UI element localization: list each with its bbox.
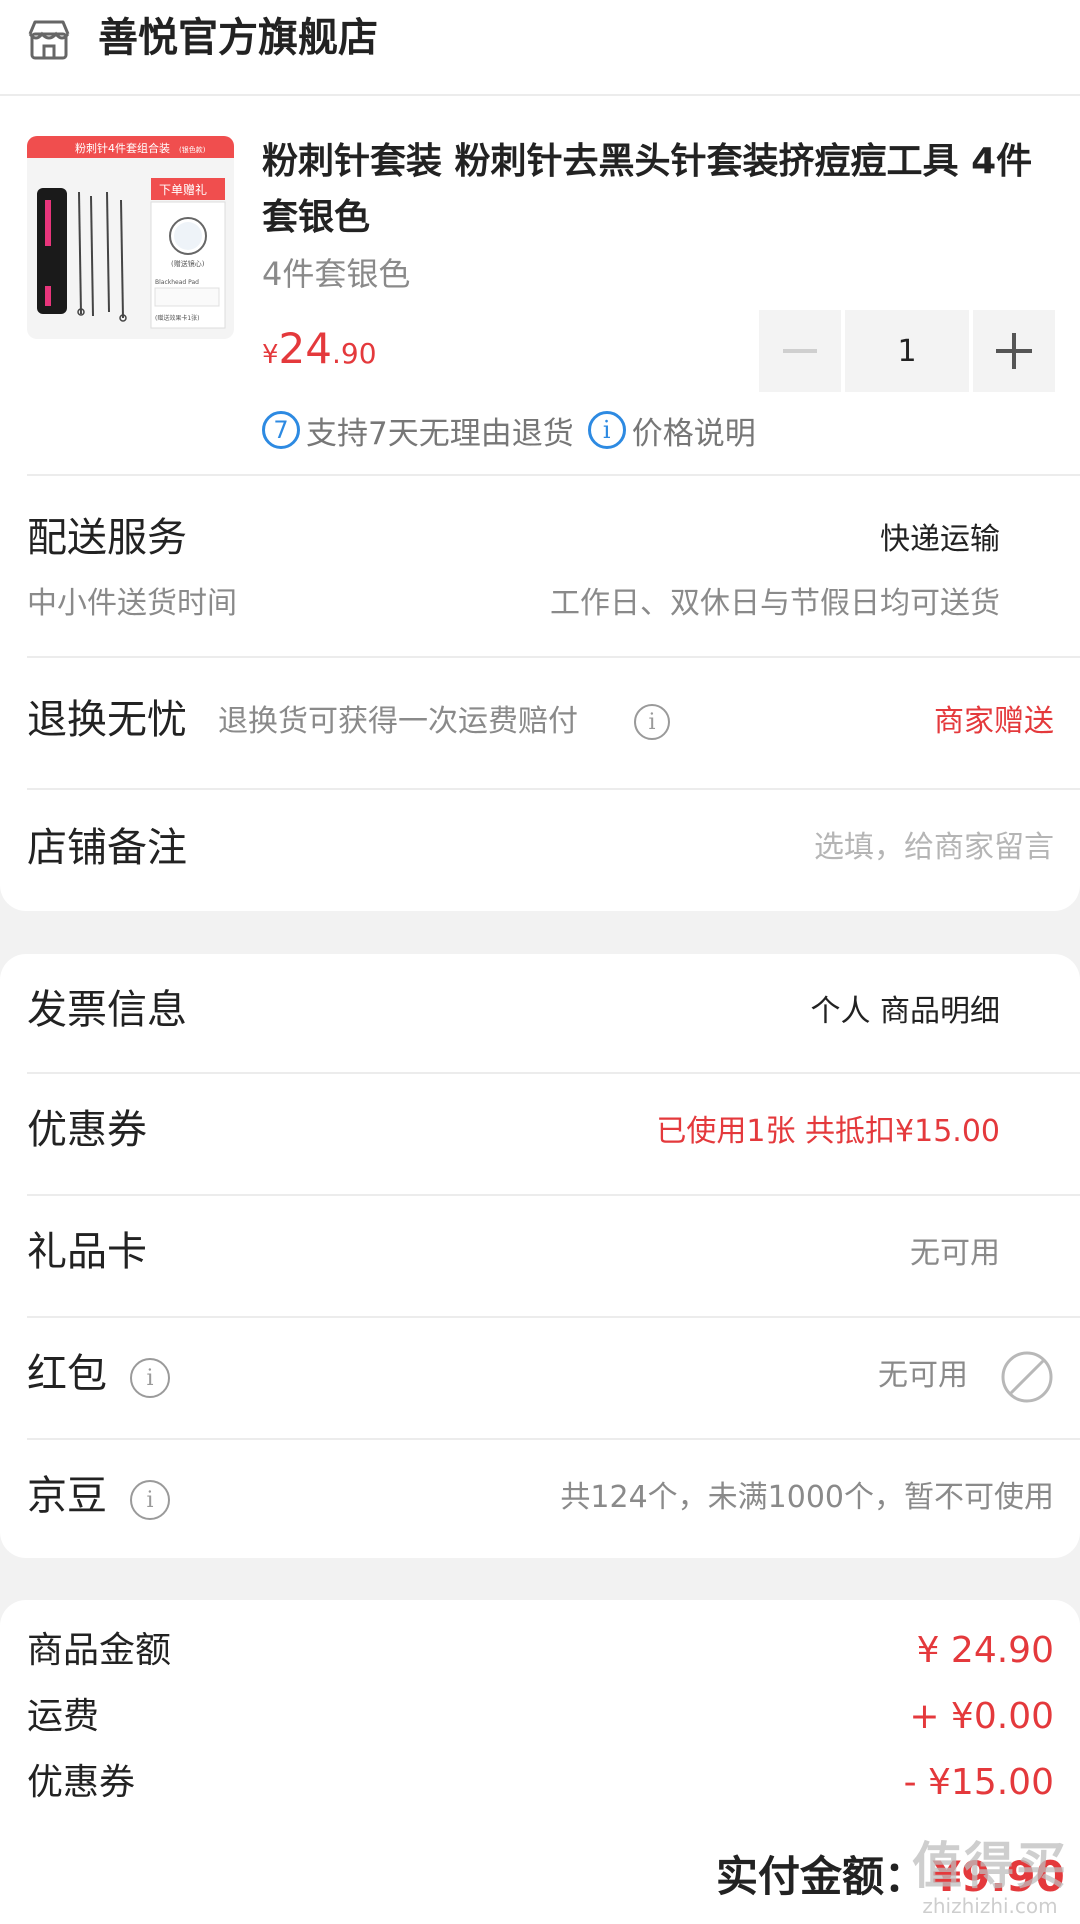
shipping-label: 运费 (27, 1696, 100, 1737)
return-label: 退换无忧 (27, 697, 187, 743)
plus-icon (996, 333, 1032, 369)
product-title[interactable]: 粉刺针套装 粉刺针去黑头针套装挤痘痘工具 4件套银色 (262, 134, 1052, 246)
total-label: 实付金额： (716, 1852, 927, 1901)
thumb-banner: 粉刺针4件套组合装 (75, 141, 170, 155)
disabled-toggle-icon[interactable] (1000, 1350, 1054, 1404)
coupon-value: 已使用1张 共抵扣¥15.00 (656, 1114, 1000, 1149)
divider (27, 656, 1080, 658)
service-row: 7 支持7天无理由退货 i 价格说明 (262, 408, 756, 452)
jingdou-label: 京豆 (27, 1473, 107, 1519)
quantity-stepper: 1 (759, 310, 1055, 392)
minus-icon (783, 349, 817, 353)
quantity-value[interactable]: 1 (845, 310, 969, 392)
seven-day-return-icon: 7 (262, 411, 300, 449)
divider (27, 1072, 1080, 1074)
return-desc: 退换货可获得一次运费赔付 (218, 704, 578, 739)
coupon-discount-label: 优惠券 (27, 1762, 136, 1803)
increase-button[interactable] (973, 310, 1055, 392)
shipping-value: + ¥0.00 (909, 1696, 1054, 1737)
red-packet-label: 红包 (27, 1351, 107, 1397)
thumb-caption: (赠送镜心) (171, 259, 205, 268)
store-note-label: 店铺备注 (27, 825, 187, 871)
thumb-tag: 下单赠礼 (159, 182, 207, 197)
payment-options-card: 发票信息 个人 商品明细 优惠券 已使用1张 共抵扣¥15.00 礼品卡 无可用… (0, 954, 1080, 1558)
divider (27, 1438, 1080, 1440)
gift-card-value: 无可用 (910, 1236, 1000, 1271)
watermark-text: 值得买 (912, 1837, 1068, 1895)
product-spec: 4件套银色 (262, 255, 411, 293)
jingdou-value: 共124个，未满1000个，暂不可使用 (560, 1480, 1054, 1515)
store-icon (26, 16, 72, 62)
watermark-url: zhizhizhi.com (922, 1894, 1058, 1918)
coupon-label: 优惠券 (27, 1107, 147, 1153)
divider (27, 474, 1080, 476)
info-icon[interactable]: i (634, 704, 670, 740)
product-thumbnail[interactable]: 粉刺针4件套组合装 (银色款) 下单赠礼 (赠送镜心) Blackhead Pa… (27, 136, 234, 339)
divider (0, 94, 1080, 96)
store-note-input[interactable]: 选填，给商家留言 (814, 828, 1054, 868)
store-name[interactable]: 善悦官方旗舰店 (98, 8, 378, 68)
divider (27, 1316, 1080, 1318)
delivery-time-label: 中小件送货时间 (27, 586, 237, 621)
goods-amount-value: ¥ 24.90 (916, 1630, 1054, 1671)
service-seven-day-return[interactable]: 支持7天无理由退货 (306, 408, 574, 453)
order-summary-card: 商品金额 ¥ 24.90 运费 + ¥0.00 优惠券 - ¥15.00 实付金… (0, 1600, 1080, 1924)
goods-amount-label: 商品金额 (27, 1630, 172, 1671)
decrease-button[interactable] (759, 310, 841, 392)
delivery-value: 快递运输 (880, 522, 1000, 557)
delivery-label: 配送服务 (27, 515, 187, 561)
info-icon[interactable]: i (130, 1358, 170, 1398)
product-price: ¥24.90 (262, 325, 377, 382)
price-currency: ¥ (262, 340, 279, 370)
thumb-footer: (赠送效果卡1张) (155, 314, 200, 322)
thumb-banner-small: (银色款) (179, 145, 206, 154)
service-price-explain[interactable]: 价格说明 (632, 408, 756, 453)
delivery-time-value: 工作日、双休日与节假日均可送货 (550, 586, 1000, 621)
gift-card-label: 礼品卡 (27, 1229, 147, 1275)
info-icon: i (587, 411, 626, 449)
thumb-card-title: Blackhead Pad (155, 279, 199, 286)
invoice-value: 个人 商品明细 (810, 994, 1000, 1029)
divider (27, 1194, 1080, 1196)
divider (27, 788, 1080, 790)
order-product-card: 善悦官方旗舰店 粉刺针4件套组合装 (银色款) 下单赠礼 (赠送镜心) Blac… (0, 0, 1080, 911)
coupon-discount-value: - ¥15.00 (903, 1762, 1054, 1803)
info-icon[interactable]: i (130, 1480, 170, 1520)
price-integer: 24 (278, 324, 332, 373)
return-value: 商家赠送 (934, 704, 1054, 739)
watermark: 值得买 zhizhizhi.com (912, 1838, 1068, 1918)
price-decimal: .90 (332, 337, 377, 370)
red-packet-value: 无可用 (878, 1358, 968, 1393)
invoice-label: 发票信息 (27, 987, 187, 1033)
